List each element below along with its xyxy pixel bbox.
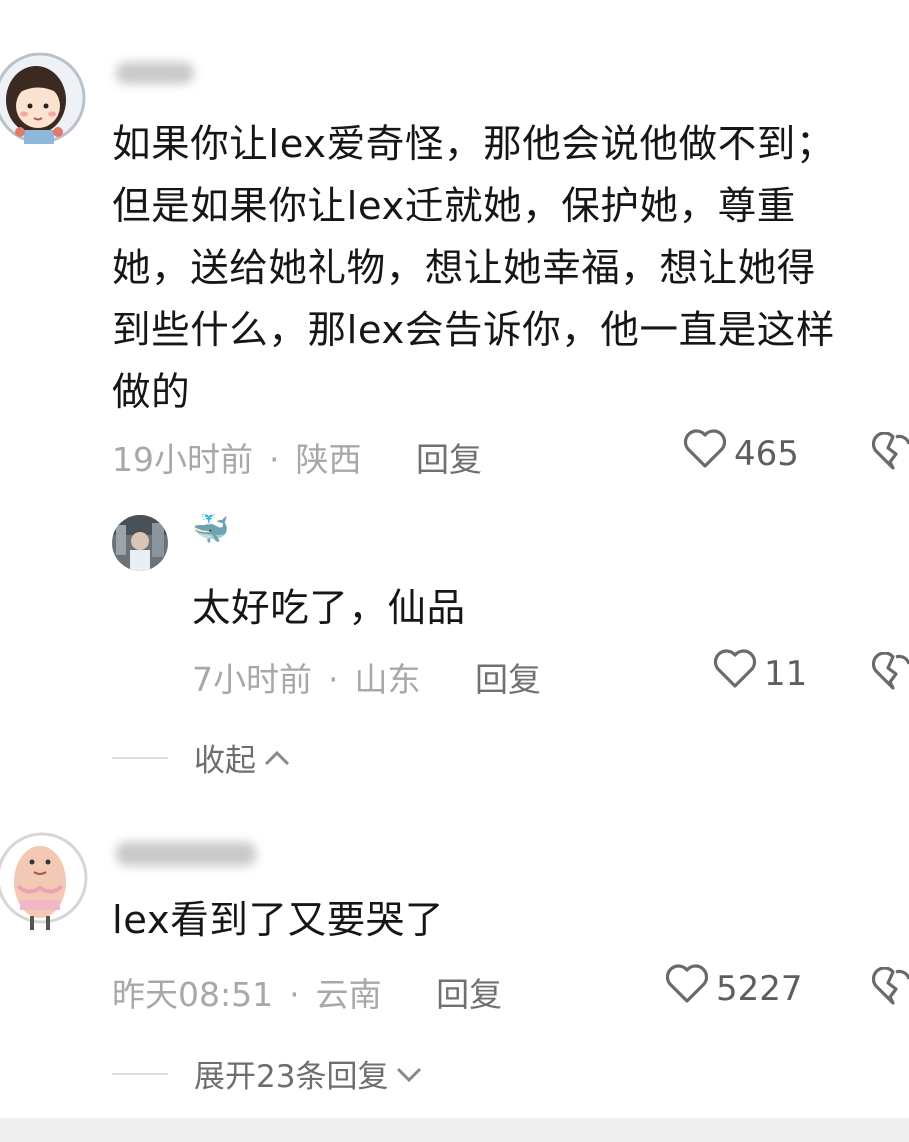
heart-outline-icon xyxy=(664,963,716,1014)
reply-text: 太好吃了，仙品 xyxy=(192,586,466,631)
reply-location: 山东 xyxy=(354,660,421,699)
like-button[interactable]: 5227 xyxy=(664,963,803,1014)
chevron-down-icon xyxy=(394,1056,424,1092)
like-count: 11 xyxy=(764,653,808,694)
avatar[interactable] xyxy=(112,515,168,571)
heart-outline-icon xyxy=(712,648,764,699)
bottom-input-bar[interactable] xyxy=(0,1118,909,1142)
like-button[interactable]: 465 xyxy=(682,428,799,479)
divider xyxy=(112,1072,168,1075)
comment-location: 云南 xyxy=(315,975,382,1014)
comment-text-line: 但是如果你让lex迁就她，保护她，尊重 xyxy=(112,184,796,229)
like-button[interactable]: 11 xyxy=(712,648,807,699)
comment-time: 19小时前 xyxy=(112,440,253,479)
heart-outline-icon xyxy=(682,428,734,479)
collapse-label: 收起 xyxy=(194,743,256,779)
expand-replies-button[interactable]: 展开23条回复 xyxy=(112,1051,424,1096)
avatar[interactable] xyxy=(0,48,86,148)
reply-meta: 7小时前 · 山东 回复 xyxy=(192,653,541,701)
avatar[interactable] xyxy=(0,826,88,932)
broken-heart-icon[interactable] xyxy=(871,431,909,476)
reply-button[interactable]: 回复 xyxy=(475,660,541,699)
reply-button[interactable]: 回复 xyxy=(436,975,502,1014)
comment-text: 如果你让lex爱奇怪，那他会说他做不到； 但是如果你让lex迁就她，保护她，尊重… xyxy=(112,114,902,424)
comment-meta: 昨天08:51 · 云南 回复 xyxy=(112,968,502,1016)
comment-text-line: 她，送给她礼物，想让她幸福，想让她得 xyxy=(112,246,816,291)
chevron-up-icon xyxy=(262,740,292,776)
like-count: 465 xyxy=(734,433,799,474)
username-blurred[interactable] xyxy=(116,842,256,866)
comment-location: 陕西 xyxy=(295,440,362,479)
username-blurred[interactable] xyxy=(116,62,194,84)
broken-heart-icon[interactable] xyxy=(871,966,909,1011)
broken-heart-icon[interactable] xyxy=(871,651,909,696)
comment-meta: 19小时前 · 陕西 回复 xyxy=(112,433,482,481)
expand-label: 展开23条回复 xyxy=(194,1059,389,1095)
separator: · xyxy=(328,660,339,699)
divider xyxy=(112,756,168,759)
comment-time: 昨天08:51 xyxy=(112,975,274,1014)
username[interactable]: 🐳 xyxy=(192,512,229,547)
separator: · xyxy=(269,440,280,479)
reply-time: 7小时前 xyxy=(192,660,312,699)
reply-button[interactable]: 回复 xyxy=(416,440,482,479)
collapse-replies-button[interactable]: 收起 xyxy=(112,735,292,780)
comment-text-line: 到些什么，那lex会告诉你，他一直是这样 xyxy=(112,308,835,353)
comment-text-line: 如果你让lex爱奇怪，那他会说他做不到； xyxy=(112,122,835,167)
like-count: 5227 xyxy=(716,968,803,1009)
comment-text: lex看到了又要哭了 xyxy=(112,898,444,943)
separator: · xyxy=(289,975,300,1014)
comment-text-line: 做的 xyxy=(112,370,191,415)
